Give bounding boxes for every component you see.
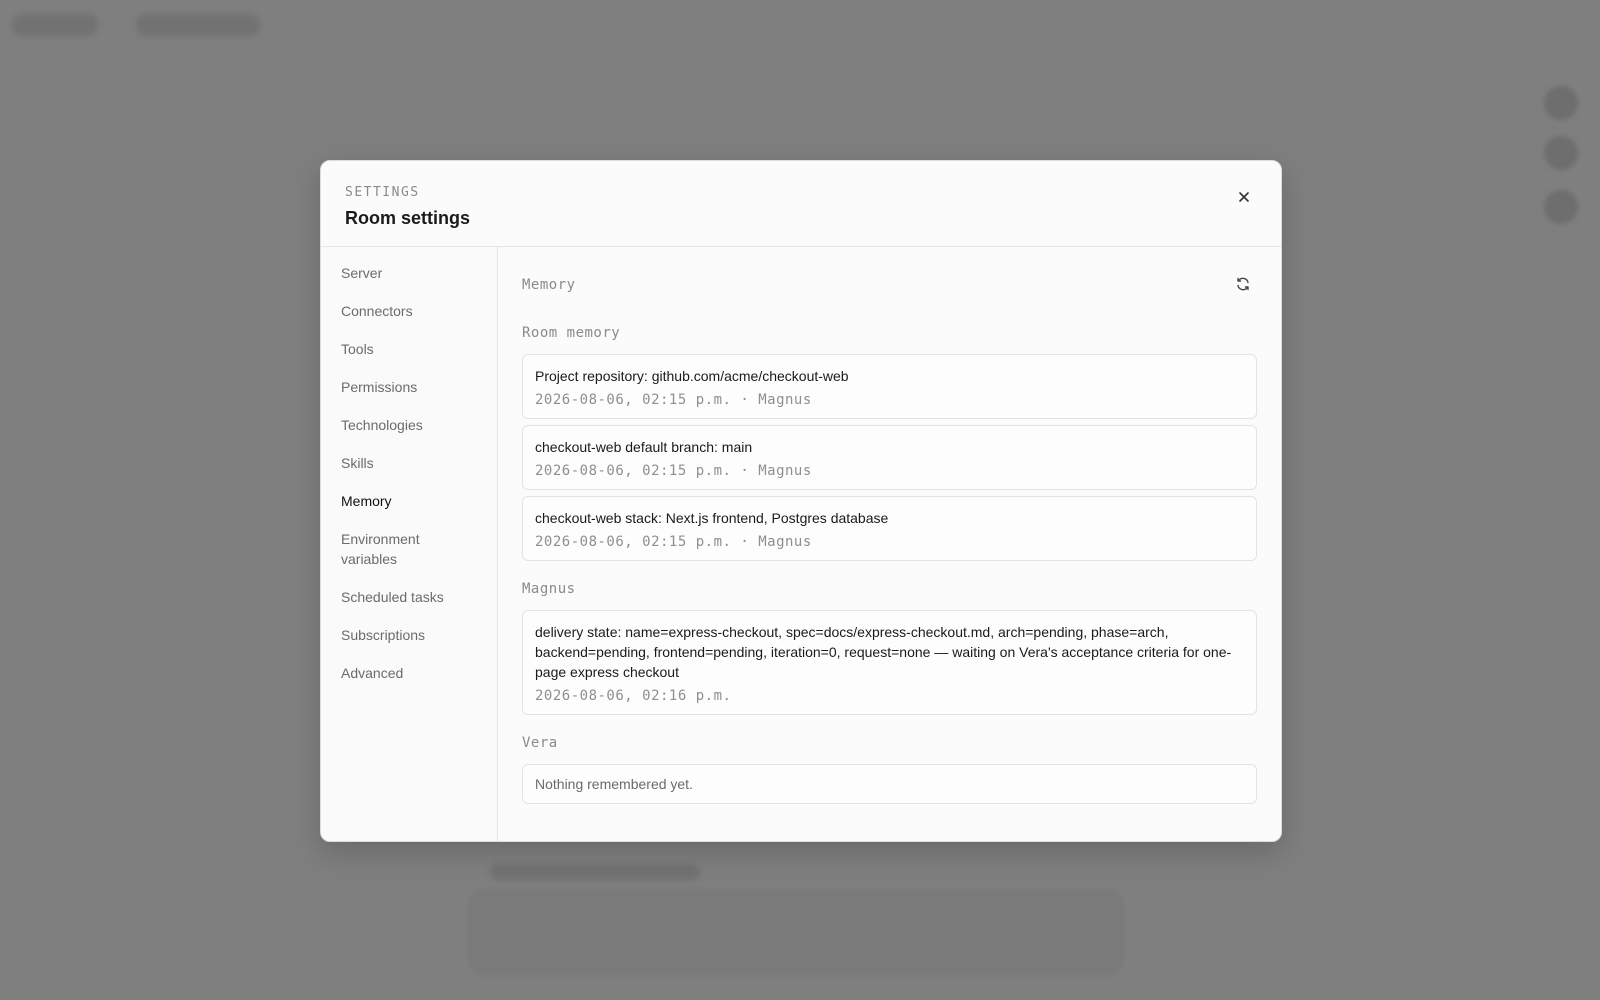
memory-entry-meta: 2026-08-06, 02:15 p.m. · Magnus	[535, 392, 812, 408]
memory-entry: delivery state: name=express-checkout, s…	[522, 610, 1257, 715]
sidebar-item-subscriptions[interactable]: Subscriptions	[321, 625, 497, 645]
memory-group: Room memory Project repository: github.co…	[522, 325, 1257, 561]
close-button[interactable]	[1229, 183, 1259, 213]
memory-entry-text: checkout-web default branch: main	[535, 439, 753, 455]
memory-header: Memory	[522, 247, 1257, 325]
sidebar-item-scheduled-tasks[interactable]: Scheduled tasks	[321, 587, 497, 607]
memory-entry-text: Project repository: github.com/acme/chec…	[535, 368, 849, 384]
memory-group-title: Magnus	[522, 581, 576, 597]
refresh-button[interactable]	[1231, 273, 1255, 297]
memory-entry-meta: 2026-08-06, 02:16 p.m.	[535, 688, 732, 704]
memory-entry: checkout-web stack: Next.js frontend, Po…	[522, 496, 1257, 561]
sidebar-item-tools[interactable]: Tools	[321, 339, 497, 359]
settings-sidebar: Server Connectors Tools Permissions Technolo…	[321, 247, 498, 841]
sidebar-item-connectors[interactable]: Connectors	[321, 301, 497, 321]
memory-group: Magnus delivery state: name=express-check…	[522, 581, 1257, 715]
section-heading: Memory	[522, 277, 576, 293]
modal-header: SETTINGS Room settings	[321, 161, 1281, 247]
settings-modal: SETTINGS Room settings Server Connectors T…	[320, 160, 1282, 842]
settings-content: Memory Room memory Project repository: gi…	[498, 247, 1281, 841]
memory-entry-text: delivery state: name=express-checkout, s…	[535, 624, 1232, 680]
refresh-icon	[1235, 276, 1251, 295]
memory-group-title: Vera	[522, 735, 558, 751]
memory-groups: Room memory Project repository: github.co…	[522, 325, 1257, 804]
sidebar-item-advanced[interactable]: Advanced	[321, 663, 497, 683]
sidebar-item-server[interactable]: Server	[321, 263, 497, 283]
sidebar-item-environment-variables[interactable]: Environment variables	[321, 529, 497, 569]
sidebar-item-technologies[interactable]: Technologies	[321, 415, 497, 435]
modal-eyebrow: SETTINGS	[345, 185, 420, 200]
memory-entry-text: checkout-web stack: Next.js frontend, Po…	[535, 510, 889, 526]
memory-group-title: Room memory	[522, 325, 621, 341]
memory-entry-meta: 2026-08-06, 02:15 p.m. · Magnus	[535, 463, 812, 479]
modal-title: Room settings	[345, 208, 471, 228]
memory-entry: Project repository: github.com/acme/chec…	[522, 354, 1257, 419]
close-icon	[1238, 191, 1250, 206]
sidebar-item-memory[interactable]: Memory	[321, 491, 497, 511]
memory-group: Vera Nothing remembered yet.	[522, 735, 1257, 804]
memory-empty-state: Nothing remembered yet.	[522, 764, 1257, 804]
memory-entry: checkout-web default branch: main 2026-08…	[522, 425, 1257, 490]
memory-entry-meta: 2026-08-06, 02:15 p.m. · Magnus	[535, 534, 812, 550]
settings-nav: Server Connectors Tools Permissions Technolo…	[321, 247, 497, 683]
sidebar-item-skills[interactable]: Skills	[321, 453, 497, 473]
sidebar-item-permissions[interactable]: Permissions	[321, 377, 497, 397]
